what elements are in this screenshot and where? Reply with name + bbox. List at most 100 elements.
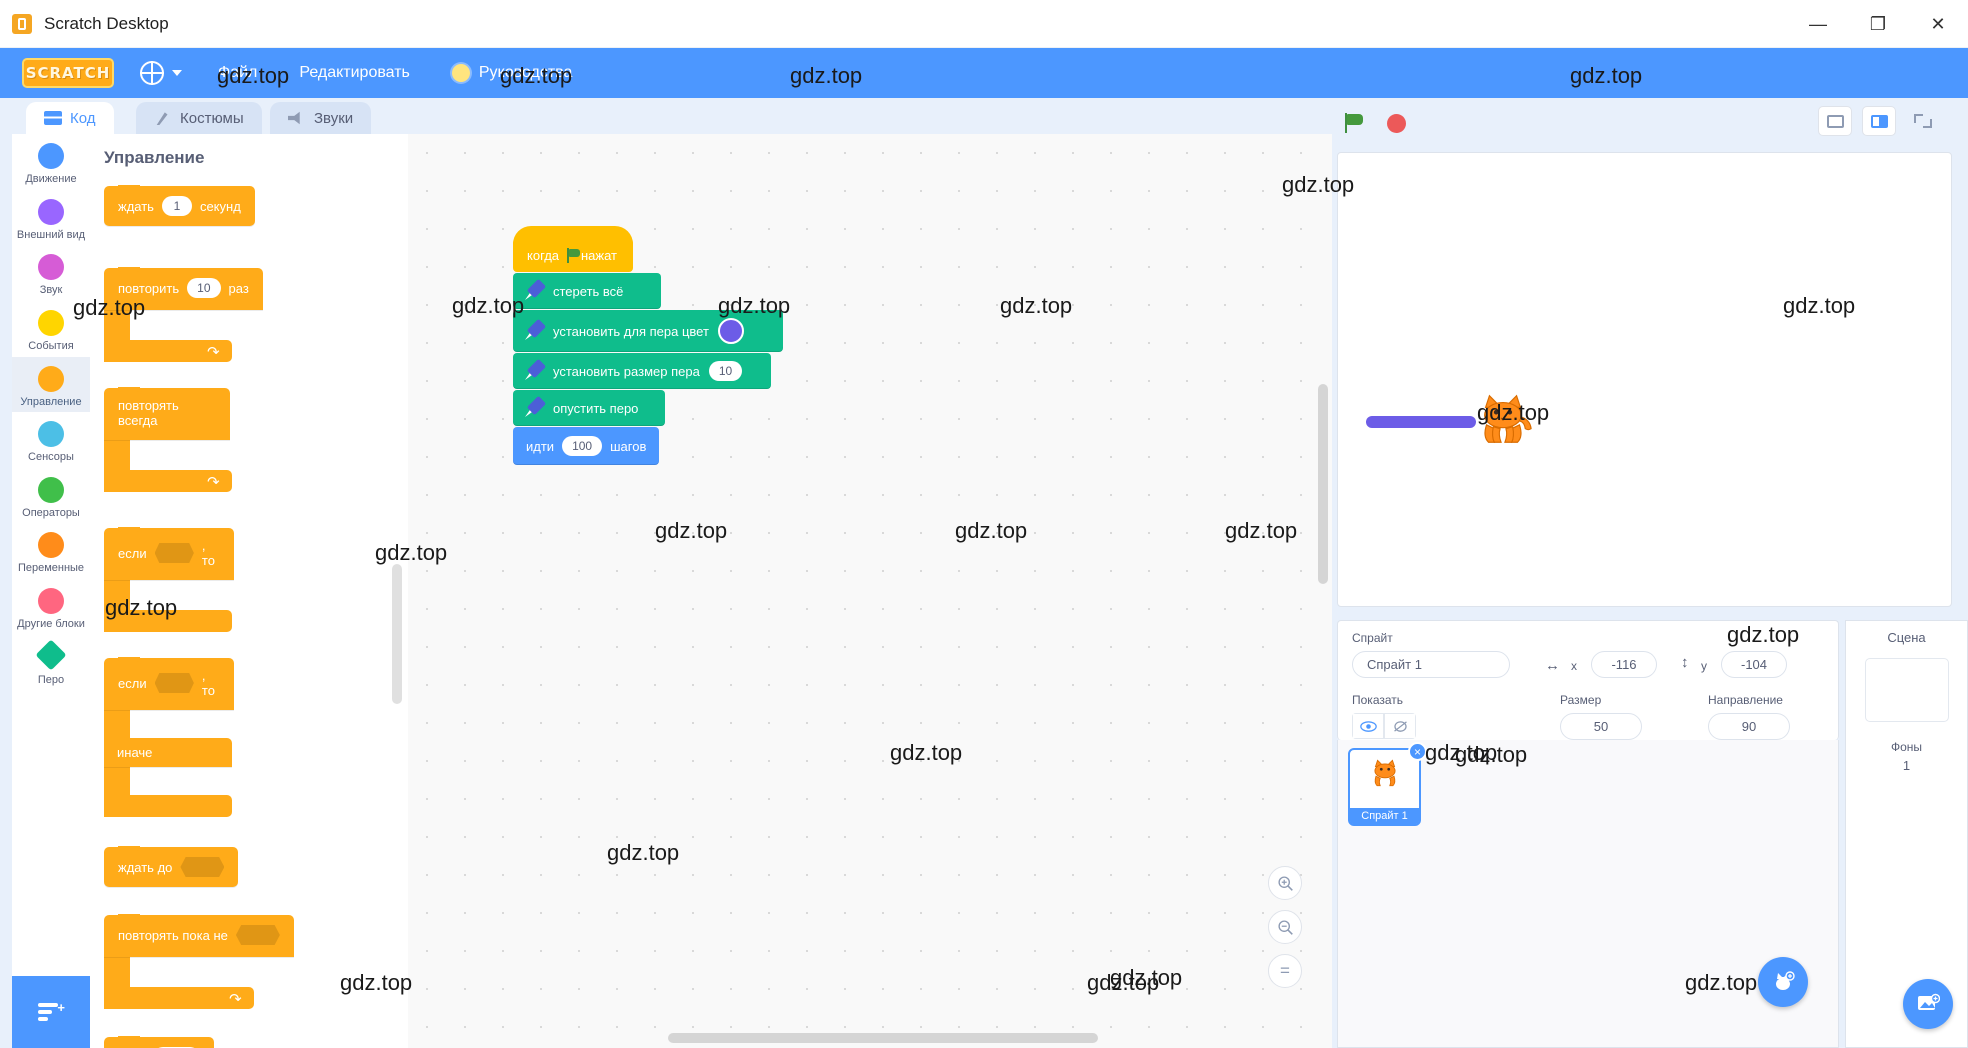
code-icon (44, 111, 62, 125)
stage-control-bar (1337, 106, 1968, 140)
zoom-out-button[interactable] (1268, 910, 1302, 944)
block-label: раз (228, 280, 249, 296)
pen-icon (35, 639, 67, 671)
palette-block-stop[interactable]: стоп все (104, 1036, 408, 1048)
language-menu[interactable] (140, 61, 182, 85)
menu-bar: SCRATCH Файл Редактировать Руководства (0, 48, 1968, 98)
boolean-slot[interactable] (235, 925, 280, 945)
block-erase-all[interactable]: стереть всё (513, 273, 661, 309)
add-sprite-icon (1776, 971, 1795, 990)
zoom-reset-button[interactable]: = (1268, 954, 1302, 988)
block-palette[interactable]: Управление ждать 1 секунд повторить 10 р… (90, 134, 408, 1048)
category-color-dot (38, 421, 64, 448)
sound-icon (288, 111, 300, 125)
normal-stage-button[interactable] (1862, 106, 1896, 136)
category-operators[interactable]: Операторы (12, 468, 90, 524)
palette-block-repeat-until[interactable]: повторять пока не ↶ (104, 914, 408, 1009)
vertical-arrows-icon: ↕ (1681, 654, 1689, 671)
block-input[interactable]: 1 (161, 196, 192, 216)
stage[interactable] (1337, 152, 1952, 607)
delete-sprite-icon[interactable]: × (1408, 742, 1427, 761)
category-my-blocks[interactable]: Другие блоки (12, 579, 90, 635)
stop-button[interactable] (1379, 108, 1413, 138)
boolean-slot[interactable] (154, 673, 194, 693)
palette-block-repeat[interactable]: повторить 10 раз ↶ (104, 267, 408, 362)
minimize-button[interactable]: — (1788, 0, 1848, 48)
stage-selector-header: Сцена (1887, 630, 1926, 645)
palette-block-if[interactable]: если , то (104, 527, 408, 632)
tab-sounds[interactable]: Звуки (270, 102, 372, 134)
sprite-selector-list[interactable]: × Спрайт 1 (1337, 740, 1839, 1048)
sprite-card-name: Спрайт 1 (1350, 808, 1419, 824)
category-color-dot (38, 198, 64, 225)
block-input[interactable]: 100 (562, 436, 603, 456)
block-label: повторять всегда (118, 398, 179, 428)
palette-block-if-else[interactable]: если , то иначе (104, 657, 408, 817)
category-events[interactable]: События (12, 301, 90, 357)
sprite-x-input[interactable]: -116 (1591, 651, 1657, 678)
add-extension-button[interactable]: + (12, 976, 90, 1048)
boolean-slot[interactable] (180, 857, 225, 877)
tab-sounds-label: Звуки (314, 109, 354, 127)
palette-scrollbar[interactable] (392, 564, 402, 704)
block-input[interactable]: 10 (708, 361, 743, 381)
tab-costumes[interactable]: Костюмы (136, 102, 262, 134)
sprite-cat[interactable] (1472, 388, 1534, 450)
sprite-hide-button[interactable] (1384, 713, 1416, 739)
block-label: если (118, 545, 147, 561)
sprite-y-input[interactable]: -104 (1721, 651, 1787, 678)
workspace-vertical-scrollbar[interactable] (1318, 384, 1328, 584)
zoom-in-button[interactable] (1268, 866, 1302, 900)
close-button[interactable]: ✕ (1908, 0, 1968, 48)
add-sprite-button[interactable] (1758, 957, 1808, 1007)
boolean-slot[interactable] (154, 543, 194, 563)
small-stage-button[interactable] (1818, 106, 1852, 136)
category-color-dot (38, 588, 64, 615)
block-when-flag-clicked[interactable]: когда нажат (513, 226, 633, 272)
category-sound[interactable]: Звук (12, 245, 90, 301)
palette-block-forever[interactable]: повторять всегда ↶ (104, 387, 408, 492)
category-control[interactable]: Управление (12, 356, 90, 413)
palette-block-wait[interactable]: ждать 1 секунд (104, 185, 408, 226)
stage-thumbnail[interactable] (1864, 658, 1949, 722)
stage-selector-pane[interactable]: Сцена Фоны 1 (1845, 620, 1968, 1048)
category-looks[interactable]: Внешний вид (12, 190, 90, 246)
maximize-button[interactable]: ❐ (1848, 0, 1908, 48)
block-set-pen-color[interactable]: установить для пера цвет (513, 310, 783, 352)
costume-icon (156, 112, 168, 125)
fullscreen-button[interactable] (1906, 106, 1940, 136)
block-label: секунд (199, 198, 241, 214)
code-workspace[interactable]: когда нажат стереть всё установить для п… (408, 134, 1332, 1048)
block-pen-down[interactable]: опустить перо (513, 390, 665, 426)
color-picker-swatch[interactable] (717, 318, 744, 344)
small-stage-layout-icon (1826, 114, 1844, 128)
block-label: шагов (610, 438, 647, 454)
sprite-show-button[interactable] (1352, 713, 1384, 739)
workspace-horizontal-scrollbar[interactable] (668, 1033, 1098, 1043)
block-label: ждать (118, 198, 154, 214)
sprite-size-input[interactable]: 50 (1560, 713, 1642, 740)
menu-item-tutorials[interactable]: Руководства (446, 48, 579, 98)
block-input[interactable]: 10 (187, 278, 221, 298)
block-move-steps[interactable]: идти 100 шагов (513, 427, 660, 465)
add-backdrop-button[interactable] (1903, 979, 1953, 1029)
add-extension-icon: + (38, 1000, 65, 1023)
category-variables[interactable]: Переменные (12, 523, 90, 579)
sprite-name-input[interactable] (1352, 651, 1510, 678)
sprite-direction-input[interactable]: 90 (1708, 713, 1790, 740)
scratch-logo[interactable]: SCRATCH (22, 58, 114, 88)
category-motion[interactable]: Движение (12, 134, 90, 190)
category-label: Звук (39, 284, 63, 297)
category-pen[interactable]: Перо (12, 635, 90, 691)
block-set-pen-size[interactable]: установить размер пера 10 (513, 353, 771, 389)
category-sensing[interactable]: Сенсоры (12, 412, 90, 468)
menu-item-file[interactable]: Файл (212, 48, 263, 98)
menu-item-edit[interactable]: Редактировать (293, 48, 416, 98)
sprite-name-label: Спрайт (1352, 631, 1393, 645)
block-label: установить для пера цвет (553, 323, 709, 339)
tab-code[interactable]: Код (26, 102, 114, 134)
sprite-card-1[interactable]: × Спрайт 1 (1348, 742, 1427, 826)
palette-block-wait-until[interactable]: ждать до (104, 846, 408, 887)
green-flag-button[interactable] (1337, 108, 1371, 138)
script-stack[interactable]: когда нажат стереть всё установить для п… (513, 226, 783, 465)
